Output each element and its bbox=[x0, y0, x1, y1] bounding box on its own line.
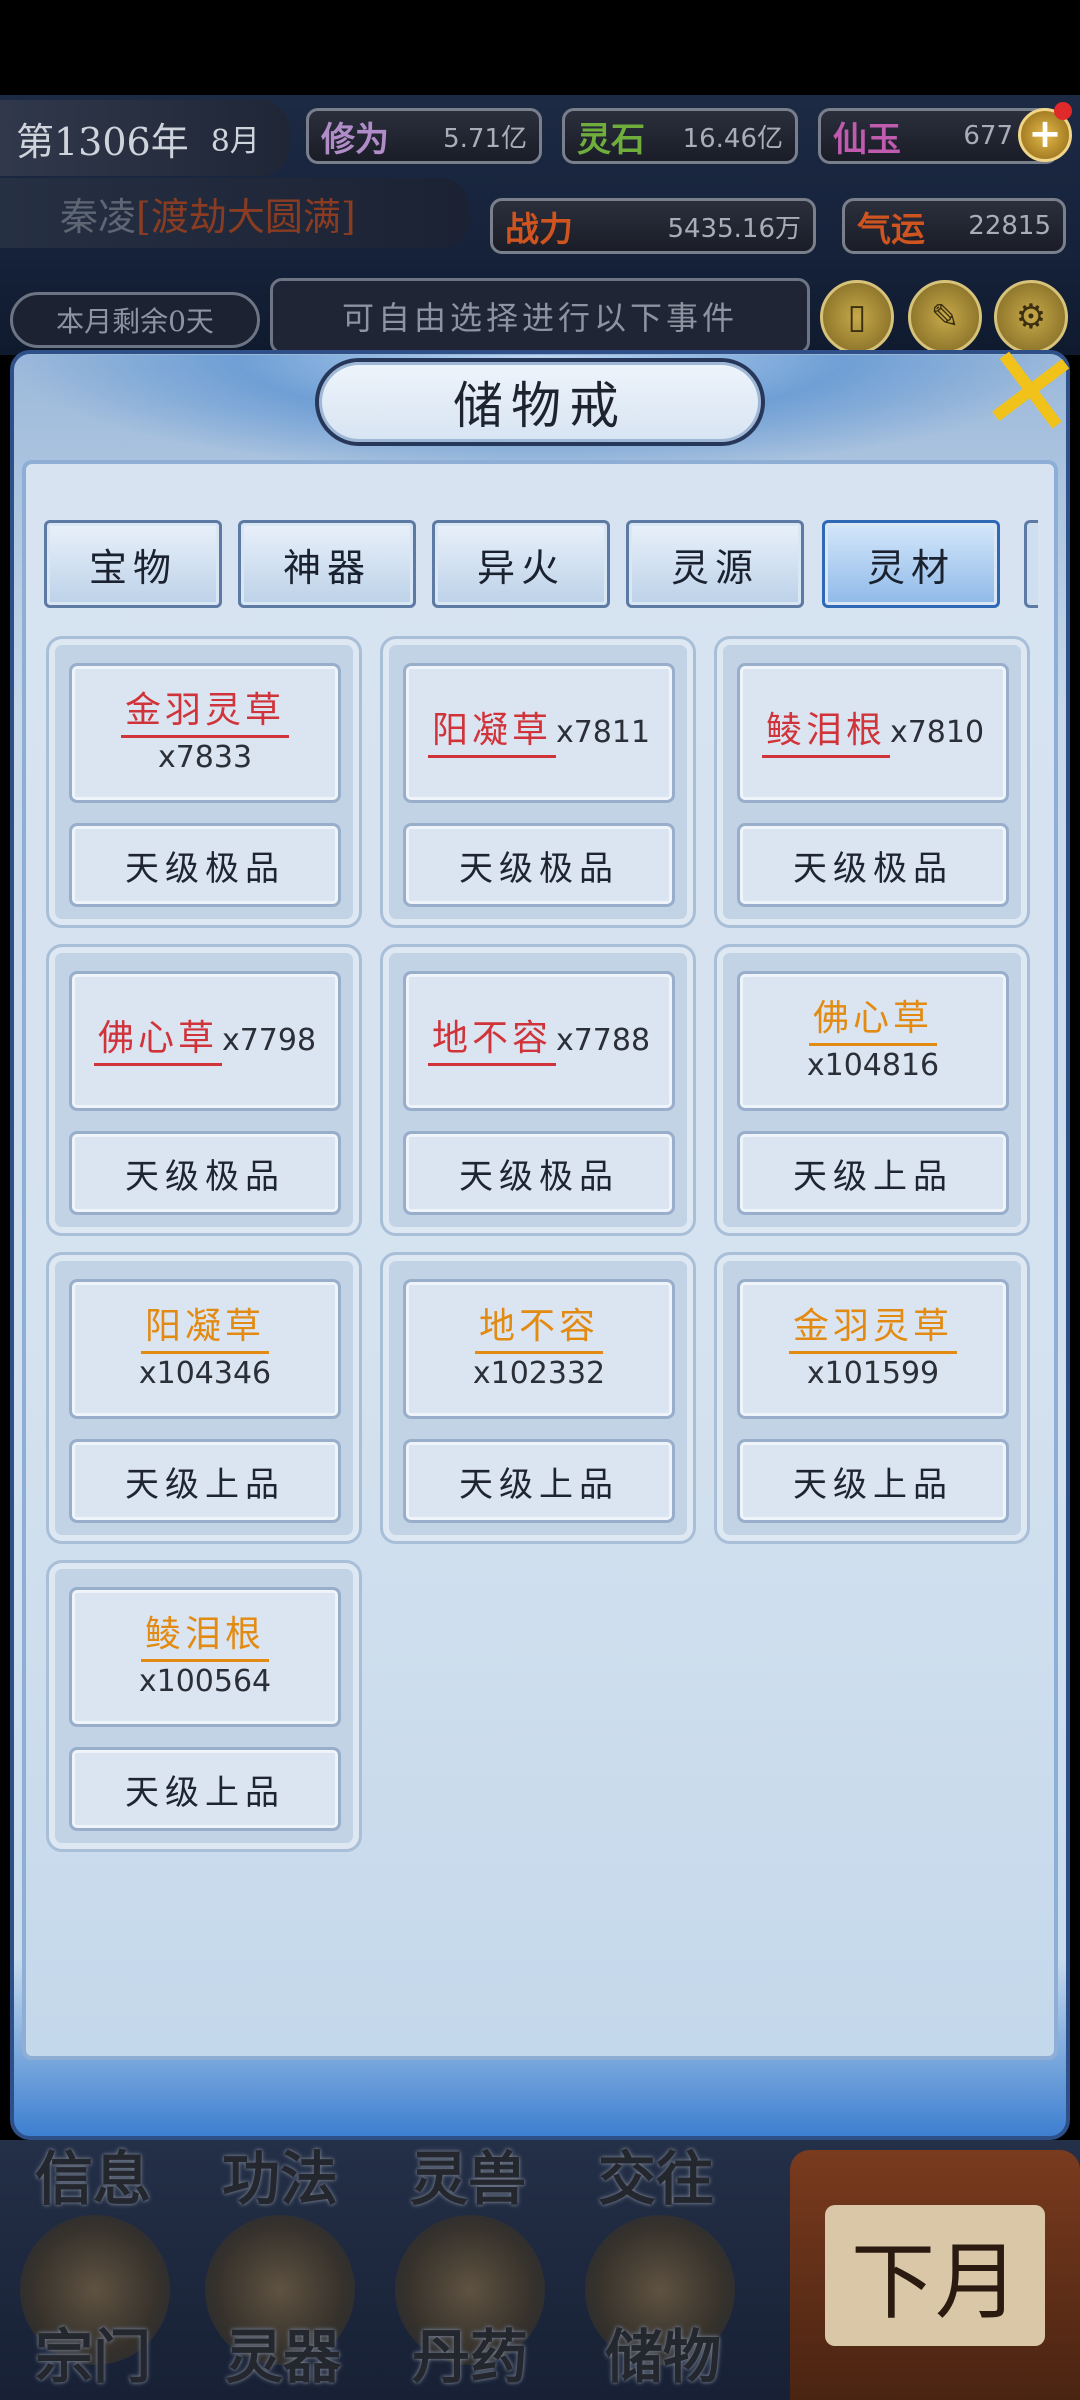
tab-overflow[interactable] bbox=[1024, 520, 1038, 608]
notification-dot-icon bbox=[1054, 102, 1072, 120]
stat-combat-power: 战力 5435.16万 bbox=[490, 198, 816, 254]
item-name: 佛心草 bbox=[808, 997, 937, 1046]
character-name-line: 秦凌 [渡劫大圆满] bbox=[0, 178, 470, 248]
item-name: 地不容 bbox=[474, 1305, 603, 1354]
item-quantity: x100564 bbox=[138, 1663, 272, 1699]
item-name: 地不容 bbox=[427, 1017, 556, 1066]
item-quantity: x7833 bbox=[157, 739, 253, 775]
tab-strange-fire[interactable]: 异火 bbox=[432, 520, 610, 608]
tab-spirit-material[interactable]: 灵材 bbox=[822, 520, 1000, 608]
nav-info[interactable]: 信息 bbox=[35, 2132, 151, 2216]
card-icon[interactable]: ▯ bbox=[820, 280, 894, 354]
item-name: 金羽灵草 bbox=[120, 689, 289, 738]
close-icon[interactable]: ✕ bbox=[971, 317, 1080, 469]
event-prompt: 可自由选择进行以下事件 bbox=[270, 278, 810, 354]
item-card[interactable]: 佛心草 x104816 天级上品 bbox=[714, 944, 1030, 1236]
stat-cultivation: 修为 5.71亿 bbox=[306, 108, 542, 164]
stat-label: 气运 bbox=[857, 209, 925, 250]
nav-skills[interactable]: 功法 bbox=[222, 2132, 338, 2216]
stat-label: 仙玉 bbox=[833, 119, 901, 160]
panel-title: 储物戒 bbox=[315, 358, 765, 446]
stat-label: 灵石 bbox=[577, 119, 645, 160]
stat-value: 5.71亿 bbox=[443, 123, 527, 154]
nav-spirit-beast[interactable]: 灵兽 bbox=[410, 2132, 526, 2216]
tab-spirit-source[interactable]: 灵源 bbox=[626, 520, 804, 608]
item-name-box: 鲮泪根 x7810 bbox=[737, 663, 1009, 803]
item-name-box: 阳凝草 x104346 bbox=[69, 1279, 341, 1419]
item-card[interactable]: 鲮泪根 x100564 天级上品 bbox=[46, 1560, 362, 1852]
days-remaining: 本月剩余0天 bbox=[10, 292, 260, 348]
item-name-box: 鲮泪根 x100564 bbox=[69, 1587, 341, 1727]
item-quantity: x104346 bbox=[138, 1355, 272, 1391]
tab-treasure[interactable]: 宝物 bbox=[44, 520, 222, 608]
status-bar bbox=[0, 0, 1080, 95]
nav-pills[interactable]: 丹药 bbox=[412, 2310, 528, 2394]
item-name: 佛心草 bbox=[93, 1017, 222, 1066]
year-display: 第1306年 8月 bbox=[0, 100, 290, 176]
item-quantity: x104816 bbox=[806, 1047, 940, 1083]
next-month-button[interactable]: 下月 bbox=[790, 2150, 1080, 2400]
item-quantity: x102332 bbox=[472, 1355, 606, 1391]
item-grade: 天级极品 bbox=[737, 823, 1009, 907]
tab-artifact[interactable]: 神器 bbox=[238, 520, 416, 608]
item-name: 阳凝草 bbox=[427, 709, 556, 758]
next-month-label: 下月 bbox=[824, 2204, 1045, 2346]
item-card[interactable]: 阳凝草 x7811 天级极品 bbox=[380, 636, 696, 928]
month-text: 8月 bbox=[210, 124, 260, 159]
stat-value: 22815 bbox=[968, 211, 1051, 241]
stat-spirit-stones: 灵石 16.46亿 bbox=[562, 108, 798, 164]
item-quantity: x7811 bbox=[555, 715, 651, 750]
item-grade: 天级极品 bbox=[69, 823, 341, 907]
item-grade: 天级极品 bbox=[403, 1131, 675, 1215]
item-name: 鲮泪根 bbox=[140, 1613, 269, 1662]
character-name: 秦凌 bbox=[60, 194, 137, 239]
item-name-box: 金羽灵草 x101599 bbox=[737, 1279, 1009, 1419]
item-name-box: 金羽灵草 x7833 bbox=[69, 663, 341, 803]
item-card[interactable]: 佛心草 x7798 天级极品 bbox=[46, 944, 362, 1236]
item-quantity: x7788 bbox=[555, 1023, 651, 1058]
stat-value: 16.46亿 bbox=[682, 123, 783, 154]
item-grade: 天级上品 bbox=[403, 1439, 675, 1523]
character-realm: [渡劫大圆满] bbox=[136, 194, 356, 239]
item-card[interactable]: 鲮泪根 x7810 天级极品 bbox=[714, 636, 1030, 928]
nav-relations[interactable]: 交往 bbox=[598, 2132, 714, 2216]
item-grade: 天级上品 bbox=[737, 1439, 1009, 1523]
item-card[interactable]: 金羽灵草 x7833 天级极品 bbox=[46, 636, 362, 928]
item-quantity: x101599 bbox=[806, 1355, 940, 1391]
brush-icon[interactable]: ✎ bbox=[908, 280, 982, 354]
item-card[interactable]: 金羽灵草 x101599 天级上品 bbox=[714, 1252, 1030, 1544]
stat-value: 5435.16万 bbox=[667, 213, 801, 244]
item-card[interactable]: 阳凝草 x104346 天级上品 bbox=[46, 1252, 362, 1544]
nav-spirit-artifact[interactable]: 灵器 bbox=[225, 2310, 341, 2394]
item-grade: 天级上品 bbox=[69, 1439, 341, 1523]
item-card[interactable]: 地不容 x7788 天级极品 bbox=[380, 944, 696, 1236]
item-quantity: x7810 bbox=[889, 715, 985, 750]
stat-value: 677 bbox=[963, 121, 1013, 151]
item-name: 阳凝草 bbox=[140, 1305, 269, 1354]
year-text: 第1306年 bbox=[16, 119, 189, 164]
item-grade: 天级极品 bbox=[69, 1131, 341, 1215]
nav-storage[interactable]: 储物 bbox=[605, 2310, 721, 2394]
item-name: 鲮泪根 bbox=[761, 709, 890, 758]
item-grade: 天级极品 bbox=[403, 823, 675, 907]
item-name-box: 地不容 x102332 bbox=[403, 1279, 675, 1419]
nav-sect[interactable]: 宗门 bbox=[35, 2310, 151, 2394]
item-name-box: 佛心草 x104816 bbox=[737, 971, 1009, 1111]
item-grade: 天级上品 bbox=[69, 1747, 341, 1831]
stat-label: 修为 bbox=[321, 119, 389, 160]
item-name-box: 佛心草 x7798 bbox=[69, 971, 341, 1111]
item-quantity: x7798 bbox=[221, 1023, 317, 1058]
item-name: 金羽灵草 bbox=[788, 1305, 957, 1354]
stat-fortune: 气运 22815 bbox=[842, 198, 1066, 254]
item-card[interactable]: 地不容 x102332 天级上品 bbox=[380, 1252, 696, 1544]
stat-label: 战力 bbox=[505, 209, 573, 250]
item-grade: 天级上品 bbox=[737, 1131, 1009, 1215]
item-name-box: 阳凝草 x7811 bbox=[403, 663, 675, 803]
item-name-box: 地不容 x7788 bbox=[403, 971, 675, 1111]
